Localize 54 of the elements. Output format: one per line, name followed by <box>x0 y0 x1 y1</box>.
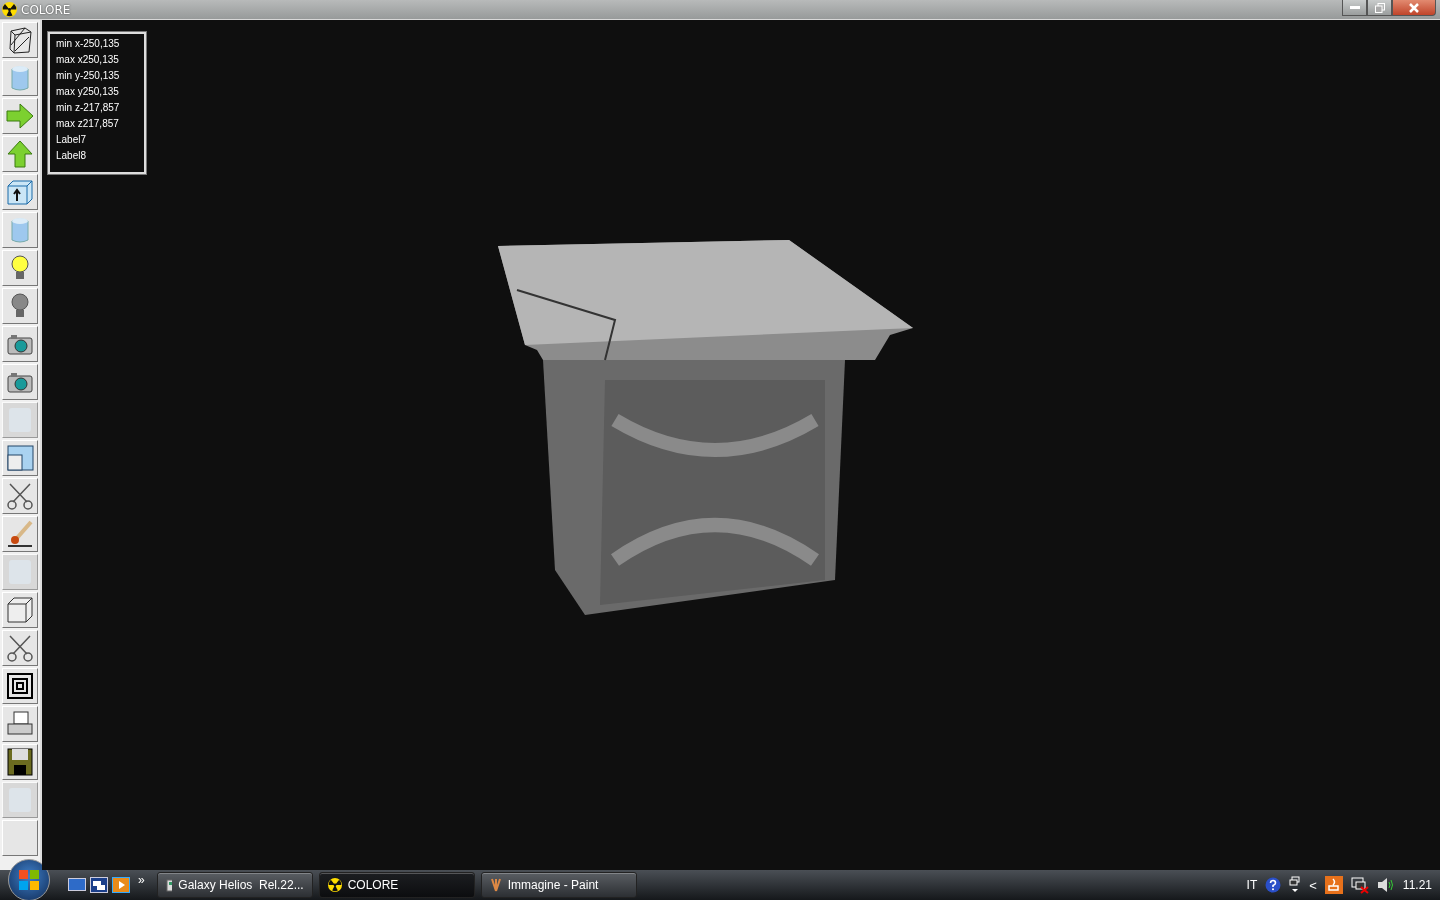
info-label: min x-250,135 <box>56 37 121 51</box>
network-disconnected-icon[interactable] <box>1350 876 1369 894</box>
window-title: COLORE <box>21 2 72 17</box>
minimize-button[interactable] <box>1342 0 1367 16</box>
play-icon <box>112 877 130 893</box>
arrow-right-icon <box>5 101 35 131</box>
cube-icon <box>5 595 35 625</box>
close-button[interactable] <box>1392 0 1436 16</box>
radiation-icon <box>327 878 342 892</box>
scissors-icon <box>5 633 35 663</box>
toolbar-button[interactable] <box>2 516 38 552</box>
toolbar-button[interactable] <box>2 668 38 704</box>
clock[interactable]: 11.21 <box>1402 878 1432 892</box>
radiation-icon <box>2 2 17 17</box>
info-label: min y-250,135 <box>56 69 121 83</box>
minimize-icon <box>1349 6 1360 9</box>
window-icon <box>5 443 35 473</box>
info-label: Label8 <box>56 149 88 163</box>
show-hidden-icons-button[interactable]: < <box>1309 877 1317 893</box>
toolbar-button[interactable] <box>2 478 38 514</box>
scissors-icon <box>5 481 35 511</box>
cup-icon[interactable] <box>1324 876 1343 894</box>
windows-logo-icon <box>18 869 40 891</box>
info-label: max z217,857 <box>56 117 120 131</box>
speaker-icon[interactable] <box>1376 877 1395 893</box>
toolbar-button[interactable] <box>2 744 38 780</box>
toolbar-button[interactable] <box>2 22 38 58</box>
brush-icon <box>5 519 35 549</box>
box-arrow-icon <box>5 177 35 207</box>
switch-windows-button[interactable] <box>90 877 108 893</box>
info-label: Label7 <box>56 133 88 147</box>
restore-icon <box>1374 2 1385 13</box>
arrow-up-icon <box>5 139 35 169</box>
toolbar-button[interactable] <box>2 174 38 210</box>
concentric-squares-icon <box>5 671 35 701</box>
windows-switch-icon[interactable] <box>1289 876 1302 894</box>
restore-button[interactable] <box>1367 0 1392 16</box>
toolbar-button[interactable] <box>2 326 38 362</box>
show-desktop-button[interactable] <box>68 877 86 893</box>
info-label: max y250,135 <box>56 85 120 99</box>
language-indicator[interactable]: IT <box>1246 878 1258 892</box>
info-label: max x250,135 <box>56 53 120 67</box>
info-label: min z-217,857 <box>56 101 121 115</box>
desktop-icon <box>68 877 86 893</box>
help-icon[interactable] <box>1265 877 1282 893</box>
close-icon <box>1409 2 1419 13</box>
more-button[interactable]: » <box>134 873 153 897</box>
document-icon <box>165 878 173 892</box>
toolbar-button[interactable] <box>2 630 38 666</box>
taskbar-button[interactable]: Immagine - Paint <box>480 872 637 898</box>
taskbar-button[interactable]: Galaxy Helios Rel.22... <box>156 872 313 898</box>
taskbar-button[interactable]: COLORE <box>318 872 475 898</box>
windows-stack-icon <box>90 877 108 893</box>
toolbar-button[interactable] <box>2 364 38 400</box>
